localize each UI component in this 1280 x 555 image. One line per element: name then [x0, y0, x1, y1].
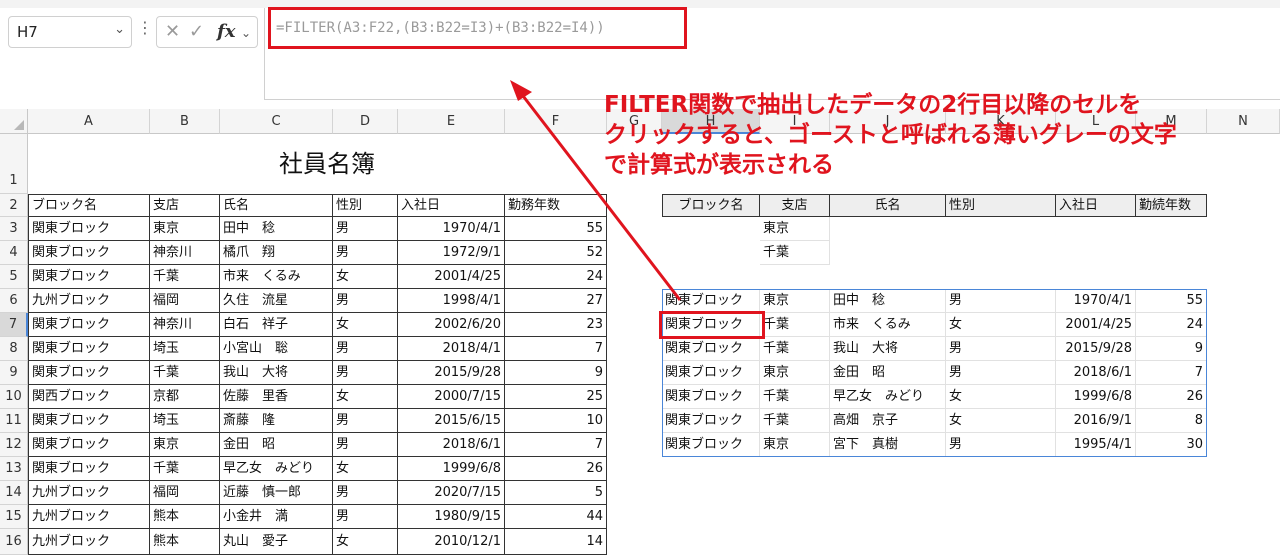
- annotation-line: クリックすると、ゴーストと呼ばれる薄いグレーの文字: [604, 122, 1177, 148]
- annotation-arrow: [510, 80, 682, 301]
- annotation-callout: FILTER関数で抽出したデータの2行目以降のセルを クリックすると、ゴーストと…: [604, 90, 1177, 180]
- annotation-line: FILTER関数で抽出したデータの2行目以降のセルを: [604, 92, 1142, 118]
- annotation-line: で計算式が表示される: [604, 152, 834, 178]
